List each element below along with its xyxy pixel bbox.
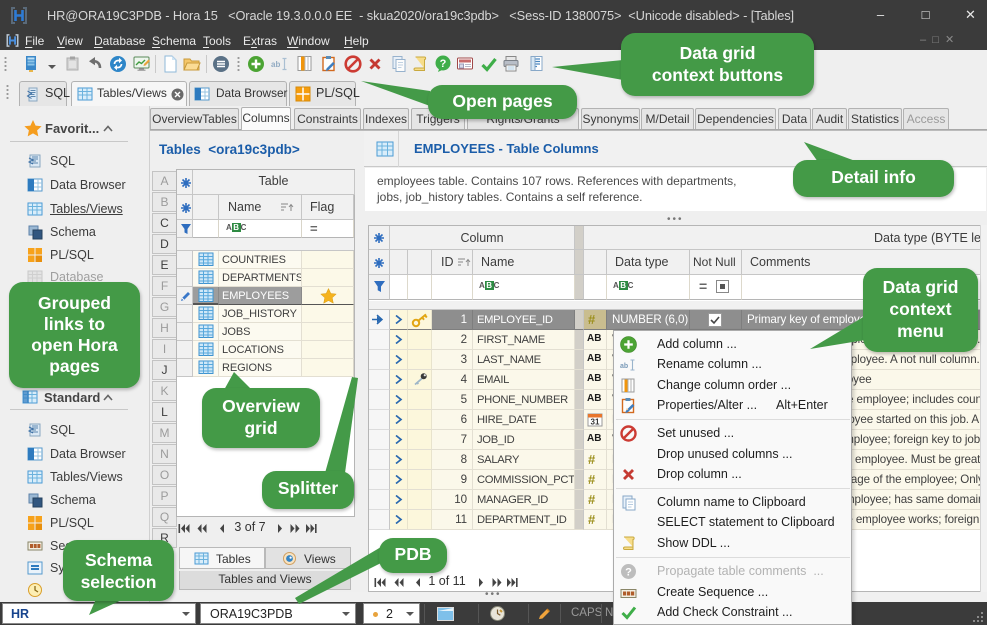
svg-text:?: ?: [440, 58, 447, 70]
svg-text:ab: ab: [271, 60, 280, 69]
svg-text:ab: ab: [620, 363, 628, 370]
svg-text:31: 31: [591, 418, 600, 427]
svg-text:?: ?: [625, 567, 632, 579]
